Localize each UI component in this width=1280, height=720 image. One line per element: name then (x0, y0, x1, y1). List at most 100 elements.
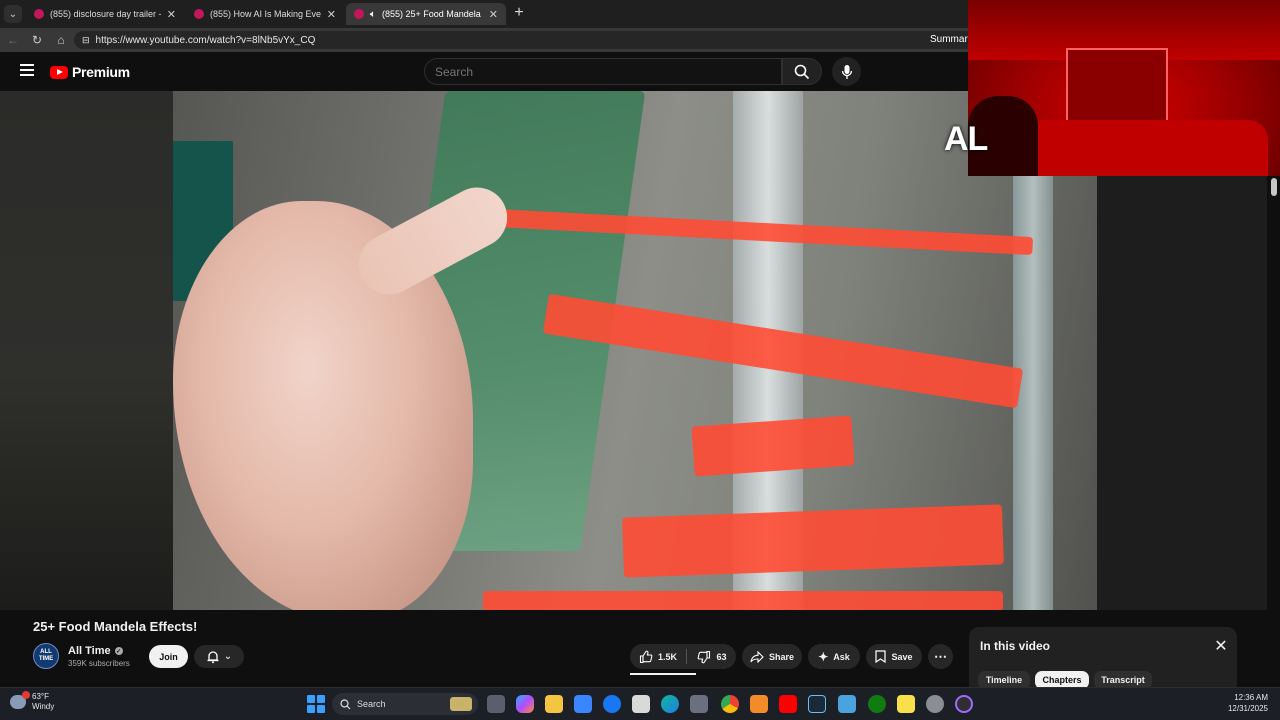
close-tab-icon[interactable]: ✕ (327, 8, 336, 21)
edge-icon[interactable] (661, 695, 679, 713)
search-button[interactable] (782, 58, 822, 85)
ask-label: Ask (833, 651, 850, 662)
microphone-icon (841, 64, 852, 79)
red-spiral-shelf (483, 591, 1003, 610)
like-button[interactable]: 1.5K (630, 644, 686, 669)
video-title: 25+ Food Mandela Effects! (33, 619, 198, 634)
system-clock[interactable]: 12:36 AM 12/31/2025 (1216, 692, 1268, 714)
tab-title: (855) disclosure day trailer - YouTube (50, 9, 161, 19)
thumbs-down-icon (698, 650, 711, 663)
sparkle-icon: ✦ (818, 649, 829, 664)
calculator-icon[interactable] (690, 695, 708, 713)
url-text: https://www.youtube.com/watch?v=8lNb5vYx… (95, 34, 316, 46)
join-button[interactable]: Join (149, 645, 188, 668)
site-info-icon[interactable]: ⊟ (82, 35, 90, 46)
share-button[interactable]: Share (742, 644, 802, 669)
search-icon (794, 64, 810, 79)
app-icon[interactable] (838, 695, 856, 713)
reload-icon[interactable]: ↻ (29, 32, 45, 48)
notification-bell-button[interactable]: ⌄ (194, 645, 244, 668)
bookmark-icon (875, 650, 887, 663)
audio-playing-icon[interactable]: 🔈︎ (370, 9, 376, 20)
video-pillarbox-left (0, 91, 173, 610)
dislike-button[interactable]: 63 (688, 644, 736, 669)
start-button-icon[interactable] (307, 695, 325, 713)
home-icon[interactable]: ⌂ (53, 32, 69, 48)
dislike-count: 63 (716, 651, 727, 662)
red-spiral-shelf (622, 504, 1004, 578)
save-button[interactable]: Save (866, 644, 922, 669)
obs-icon[interactable] (955, 695, 973, 713)
browser-tab-1[interactable]: (855) disclosure day trailer - YouTube ✕ (26, 3, 184, 25)
close-icon[interactable]: ✕ (1213, 638, 1229, 655)
search-input[interactable] (424, 58, 782, 85)
webcam-overlay (968, 0, 1280, 176)
channel-name-row[interactable]: All Time ✓ (68, 645, 123, 657)
youtube-favicon-icon (34, 9, 44, 19)
youtube-logo-icon (50, 65, 68, 79)
youtube-icon[interactable] (779, 695, 797, 713)
browser-tab-3[interactable]: 🔈︎ (855) 25+ Food Mandela Effects ✕ (346, 3, 506, 25)
like-count: 1.5K (657, 651, 677, 662)
settings-icon[interactable] (926, 695, 944, 713)
youtube-premium-logo[interactable]: Premium (50, 64, 130, 80)
thumbs-up-icon (639, 650, 653, 663)
panel-title: In this video (980, 639, 1051, 653)
hamburger-menu-icon[interactable] (20, 64, 34, 76)
store-icon[interactable] (574, 695, 592, 713)
xbox-icon[interactable] (868, 695, 886, 713)
browser-tab-2[interactable]: (855) How AI Is Making Everything ✕ (186, 3, 344, 25)
youtube-favicon-icon (354, 9, 364, 19)
weather-temp: 63°F (32, 692, 49, 701)
youtube-favicon-icon (194, 9, 204, 19)
video-overlay-text: AL (944, 120, 988, 158)
voice-search-button[interactable] (832, 57, 861, 86)
like-ratio-bar (630, 673, 696, 675)
red-spiral-shelf (691, 415, 855, 477)
vlc-icon[interactable] (750, 695, 768, 713)
new-tab-button[interactable]: + (510, 4, 528, 22)
tab-title: (855) 25+ Food Mandela Effects (382, 9, 483, 19)
search-highlight-icon (450, 697, 472, 711)
clock-time: 12:36 AM (1234, 693, 1268, 702)
sticky-notes-icon[interactable] (897, 695, 915, 713)
more-actions-button[interactable]: ⋯ (928, 644, 953, 669)
tab-title: (855) How AI Is Making Everything (210, 9, 321, 19)
page-scrollbar[interactable] (1268, 176, 1280, 686)
channel-name[interactable]: All Time (68, 645, 111, 657)
save-label: Save (891, 651, 913, 662)
like-divider (686, 649, 687, 664)
amazon-icon[interactable] (632, 695, 650, 713)
verified-badge-icon: ✓ (114, 647, 123, 655)
chrome-icon[interactable] (721, 695, 739, 713)
video-player[interactable] (0, 91, 1097, 610)
copilot-icon[interactable] (516, 695, 534, 713)
summarize-button[interactable]: Summari (930, 34, 970, 45)
taskbar-search-label: Search (357, 699, 386, 709)
file-explorer-icon[interactable] (545, 695, 563, 713)
bell-icon (207, 650, 219, 663)
weather-condition: Windy (32, 702, 55, 711)
scrollbar-thumb[interactable] (1271, 178, 1277, 196)
channel-avatar[interactable]: ALL TIME (33, 643, 59, 669)
close-tab-icon[interactable]: ✕ (489, 8, 498, 21)
ask-button[interactable]: ✦ Ask (808, 644, 860, 669)
steam-icon[interactable] (808, 695, 826, 713)
weather-icon (10, 691, 30, 709)
taskbar-search[interactable]: Search (332, 693, 478, 715)
task-view-icon[interactable] (487, 695, 505, 713)
back-icon[interactable]: ← (5, 32, 21, 48)
close-tab-icon[interactable]: ✕ (167, 8, 176, 21)
logo-text: Premium (72, 64, 130, 80)
webcam-bed (1008, 120, 1268, 176)
video-frame[interactable] (173, 91, 1097, 610)
weather-widget[interactable]: 63°F Windy (10, 691, 55, 712)
share-icon (750, 650, 764, 663)
share-label: Share (768, 651, 794, 662)
clock-date: 12/31/2025 (1227, 704, 1268, 713)
facebook-icon[interactable] (603, 695, 621, 713)
tab-list-button[interactable]: ⌄ (4, 5, 22, 23)
more-icon: ⋯ (934, 648, 947, 664)
chevron-down-icon: ⌄ (223, 651, 233, 662)
subscriber-count: 359K subscribers (68, 659, 130, 668)
